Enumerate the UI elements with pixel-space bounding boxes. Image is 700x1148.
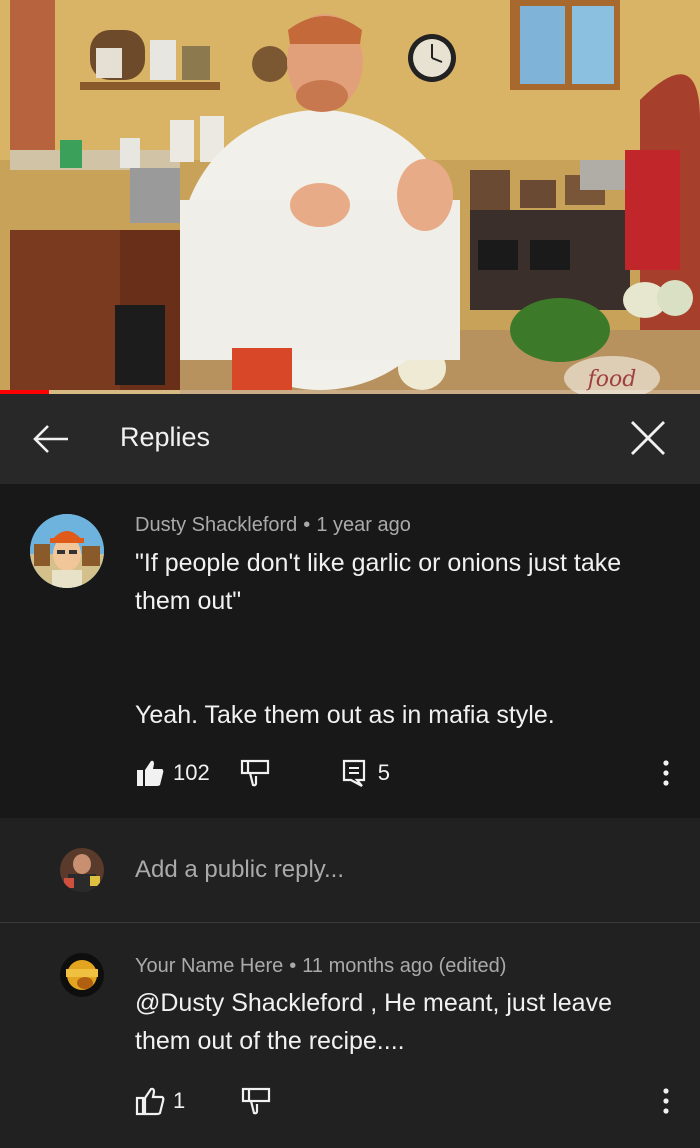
comment-text: "If people don't like garlic or onions j…	[135, 549, 622, 729]
thumbs-down-icon	[240, 759, 269, 787]
reply-input[interactable]	[135, 854, 635, 886]
page-title: Replies	[120, 422, 211, 452]
user-avatar	[60, 848, 104, 892]
thumbs-up-icon	[137, 760, 164, 786]
arrow-left-icon	[33, 425, 68, 453]
reply-count: 5	[377, 760, 390, 785]
comment-text: @Dusty Shackleford , He meant, just leav…	[135, 989, 612, 1055]
meta-separator: •	[303, 514, 311, 536]
back-button[interactable]	[30, 422, 74, 456]
like-count: 1	[173, 1088, 186, 1113]
cartoon-avatar-icon	[30, 514, 104, 588]
dislike-button[interactable]	[240, 758, 270, 788]
reply-comment: Your Name Here • 11 months ago (edited) @D…	[0, 923, 700, 1148]
comment-author[interactable]: Your Name Here	[135, 955, 283, 977]
comment-meta: Dusty Shackleford • 1 year ago	[135, 514, 411, 537]
video-player[interactable]: food	[0, 0, 700, 394]
add-reply-row	[0, 818, 700, 922]
comment-time: 1 year ago	[316, 514, 411, 536]
avatar[interactable]	[60, 953, 104, 997]
avatar[interactable]	[30, 514, 104, 588]
close-icon	[631, 421, 665, 455]
like-button[interactable]	[135, 758, 165, 788]
comment-menu-button[interactable]	[660, 1086, 672, 1116]
thumbs-down-icon	[242, 1087, 271, 1115]
meta-separator: •	[289, 955, 297, 977]
video-watermark: food	[586, 367, 637, 392]
comment-actions: 1	[135, 1086, 271, 1116]
comment-actions: 102 5	[135, 758, 390, 788]
video-frame: food	[0, 0, 700, 394]
comment-icon	[342, 759, 365, 787]
highlighted-comment: Dusty Shackleford • 1 year ago "If people …	[0, 484, 700, 818]
close-button[interactable]	[626, 416, 670, 460]
comment-menu-button[interactable]	[660, 758, 672, 788]
thumbs-up-icon	[135, 1087, 165, 1116]
more-vertical-icon	[663, 1088, 669, 1114]
reply-button[interactable]	[340, 758, 370, 788]
more-vertical-icon	[663, 760, 669, 786]
comment-time: 11 months ago (edited)	[302, 955, 507, 977]
user-photo-icon	[60, 848, 104, 892]
comment-meta: Your Name Here • 11 months ago (edited)	[135, 955, 506, 978]
like-count: 102	[173, 760, 210, 785]
comment-author[interactable]: Dusty Shackleford	[135, 514, 297, 536]
like-button[interactable]	[135, 1086, 165, 1116]
replies-header: Replies	[0, 394, 700, 484]
badge-avatar-icon	[60, 953, 104, 997]
dislike-button[interactable]	[241, 1086, 271, 1116]
